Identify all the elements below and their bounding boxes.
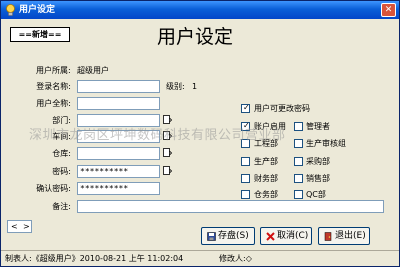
exit-button[interactable]: 退出(E): [318, 227, 370, 245]
checkbox-finance[interactable]: [241, 174, 250, 183]
window-title: 用户设定: [19, 5, 56, 15]
next-record-button[interactable]: >: [23, 221, 30, 232]
perm-label: QC部: [306, 190, 326, 199]
password-input[interactable]: **********: [77, 165, 160, 178]
level-label: 级别:: [166, 82, 185, 91]
page-title: 用户设定: [157, 26, 234, 48]
perm-label: 生产部: [254, 157, 278, 166]
folder-picker-icon[interactable]: [163, 166, 172, 176]
lightbulb-icon: [6, 4, 15, 16]
check-icon: ✓: [243, 103, 250, 112]
status-bar: 制表人:《超级用户》2010-08-21 上午 11:02:04 修改人:◇: [1, 250, 399, 266]
close-button[interactable]: ✕: [381, 3, 396, 17]
remark-label: 备注:: [52, 202, 71, 211]
user-settings-window: 用户设定 ✕ ==新增== 用户设定 用户所属: 超级用户 登录名称: 级别: …: [0, 0, 400, 267]
password-label: 密码:: [52, 167, 71, 176]
cancel-x-icon: [266, 232, 275, 241]
folder-picker-icon[interactable]: [163, 148, 172, 158]
fullname-input[interactable]: [77, 97, 160, 110]
dept-label: 部门:: [52, 116, 71, 125]
record-navigator: < >: [7, 220, 32, 233]
belong-value: 超级用户: [77, 66, 109, 75]
confirm-password-label: 确认密码:: [36, 184, 71, 193]
perm-label: 用户可更改密码: [254, 104, 310, 113]
exit-label: 退出(E): [335, 231, 366, 241]
mode-badge: ==新增==: [10, 27, 70, 42]
perm-label: 采购部: [306, 157, 330, 166]
checkbox-qc[interactable]: [294, 190, 303, 199]
floppy-disk-icon: [207, 232, 216, 241]
folder-picker-icon[interactable]: [163, 115, 172, 125]
cancel-button[interactable]: 取消(C): [260, 227, 312, 245]
checkbox-sales[interactable]: [294, 174, 303, 183]
perm-label: 财务部: [254, 174, 278, 183]
confirm-password-input[interactable]: **********: [77, 182, 160, 195]
save-label: 存盘(S): [218, 231, 249, 241]
login-name-input[interactable]: [77, 80, 160, 93]
save-button[interactable]: 存盘(S): [201, 227, 255, 245]
belong-label: 用户所属:: [36, 66, 71, 75]
cancel-label: 取消(C): [277, 231, 309, 241]
login-label: 登录名称:: [36, 82, 71, 91]
level-value: 1: [192, 82, 198, 91]
modifier-info: 修改人:◇: [219, 254, 252, 263]
checkbox-purchasing[interactable]: [294, 157, 303, 166]
creator-info: 制表人:《超级用户》2010-08-21 上午 11:02:04: [5, 254, 184, 263]
fullname-label: 用户全称:: [36, 99, 71, 108]
title-bar: 用户设定 ✕: [1, 1, 399, 19]
checkbox-can-change-password[interactable]: ✓: [241, 103, 250, 113]
checkbox-production[interactable]: [241, 157, 250, 166]
perm-label: 销售部: [306, 174, 330, 183]
prev-record-button[interactable]: <: [11, 221, 18, 232]
remark-input[interactable]: [77, 200, 384, 213]
watermark-text: 深圳市龙岗区坪坤数码科技有限公司营业部: [29, 128, 286, 143]
perm-label: 仓务部: [254, 190, 278, 199]
checkbox-manager[interactable]: [294, 122, 303, 131]
warehouse-label: 仓库:: [52, 149, 71, 158]
exit-door-icon: [324, 232, 332, 241]
checkbox-production-audit[interactable]: [294, 139, 303, 148]
perm-label: 管理者: [306, 122, 330, 131]
perm-label: 生产审核组: [306, 139, 346, 148]
close-icon: ✕: [384, 5, 393, 15]
dept-input[interactable]: [77, 114, 160, 127]
warehouse-input[interactable]: [77, 147, 160, 160]
checkbox-warehouse[interactable]: [241, 190, 250, 199]
